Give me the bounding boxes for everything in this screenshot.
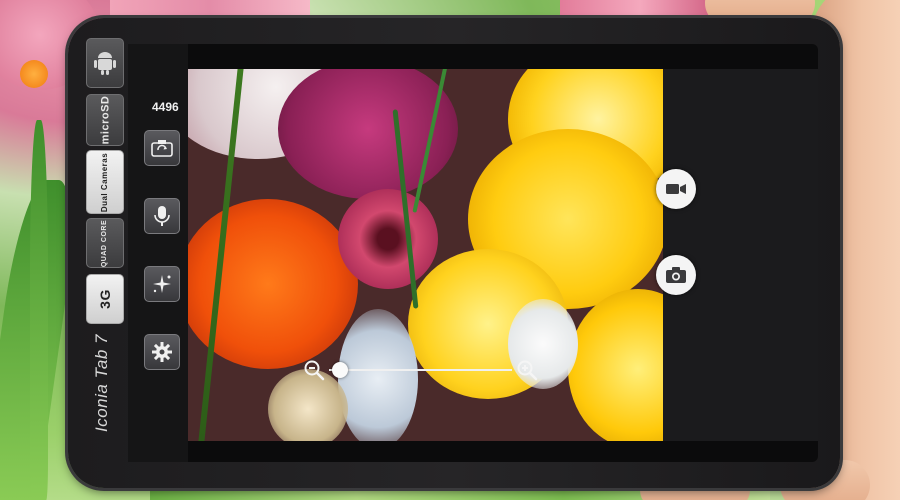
android-icon xyxy=(94,52,116,75)
camera-viewfinder[interactable] xyxy=(188,69,663,441)
microsd-sticker: microSD xyxy=(86,94,124,146)
dual-cameras-sticker: Dual Cameras xyxy=(86,150,124,214)
background-flower xyxy=(20,60,48,88)
settings-button[interactable] xyxy=(144,334,180,370)
switch-camera-button[interactable] xyxy=(144,130,180,166)
gear-icon xyxy=(152,342,172,362)
microphone-icon xyxy=(154,206,170,226)
background-flower xyxy=(110,0,310,18)
camera-icon xyxy=(666,267,686,283)
shutter-button[interactable] xyxy=(656,255,696,295)
voice-capture-button[interactable] xyxy=(144,198,180,234)
tablet-device: microSD Dual Cameras QUAD CORE 3G Iconia… xyxy=(68,18,840,488)
remaining-shots-count: 4496 xyxy=(152,100,179,114)
sparkle-icon xyxy=(153,275,171,293)
zoom-slider[interactable] xyxy=(303,359,538,381)
zoom-track[interactable] xyxy=(329,369,512,371)
model-label: Iconia Tab 7 xyxy=(92,334,111,432)
image-region xyxy=(568,289,663,441)
effects-button[interactable] xyxy=(144,266,180,302)
camera-switch-icon xyxy=(151,140,173,157)
background-flower xyxy=(560,0,720,18)
video-camera-icon xyxy=(666,184,686,194)
camera-left-rail: 4496 xyxy=(128,44,188,462)
video-mode-button[interactable] xyxy=(656,169,696,209)
android-logo-sticker xyxy=(86,38,124,88)
camera-app: 4496 xyxy=(128,44,818,462)
tablet-screen: 4496 xyxy=(128,44,818,462)
zoom-out-icon[interactable] xyxy=(303,359,325,381)
3g-sticker: 3G xyxy=(86,274,124,324)
zoom-in-icon[interactable] xyxy=(516,359,538,381)
zoom-thumb[interactable] xyxy=(332,362,349,378)
camera-right-rail xyxy=(656,69,818,441)
image-region xyxy=(338,189,438,289)
background-leaf xyxy=(30,120,48,500)
quad-core-sticker: QUAD CORE xyxy=(86,218,124,268)
